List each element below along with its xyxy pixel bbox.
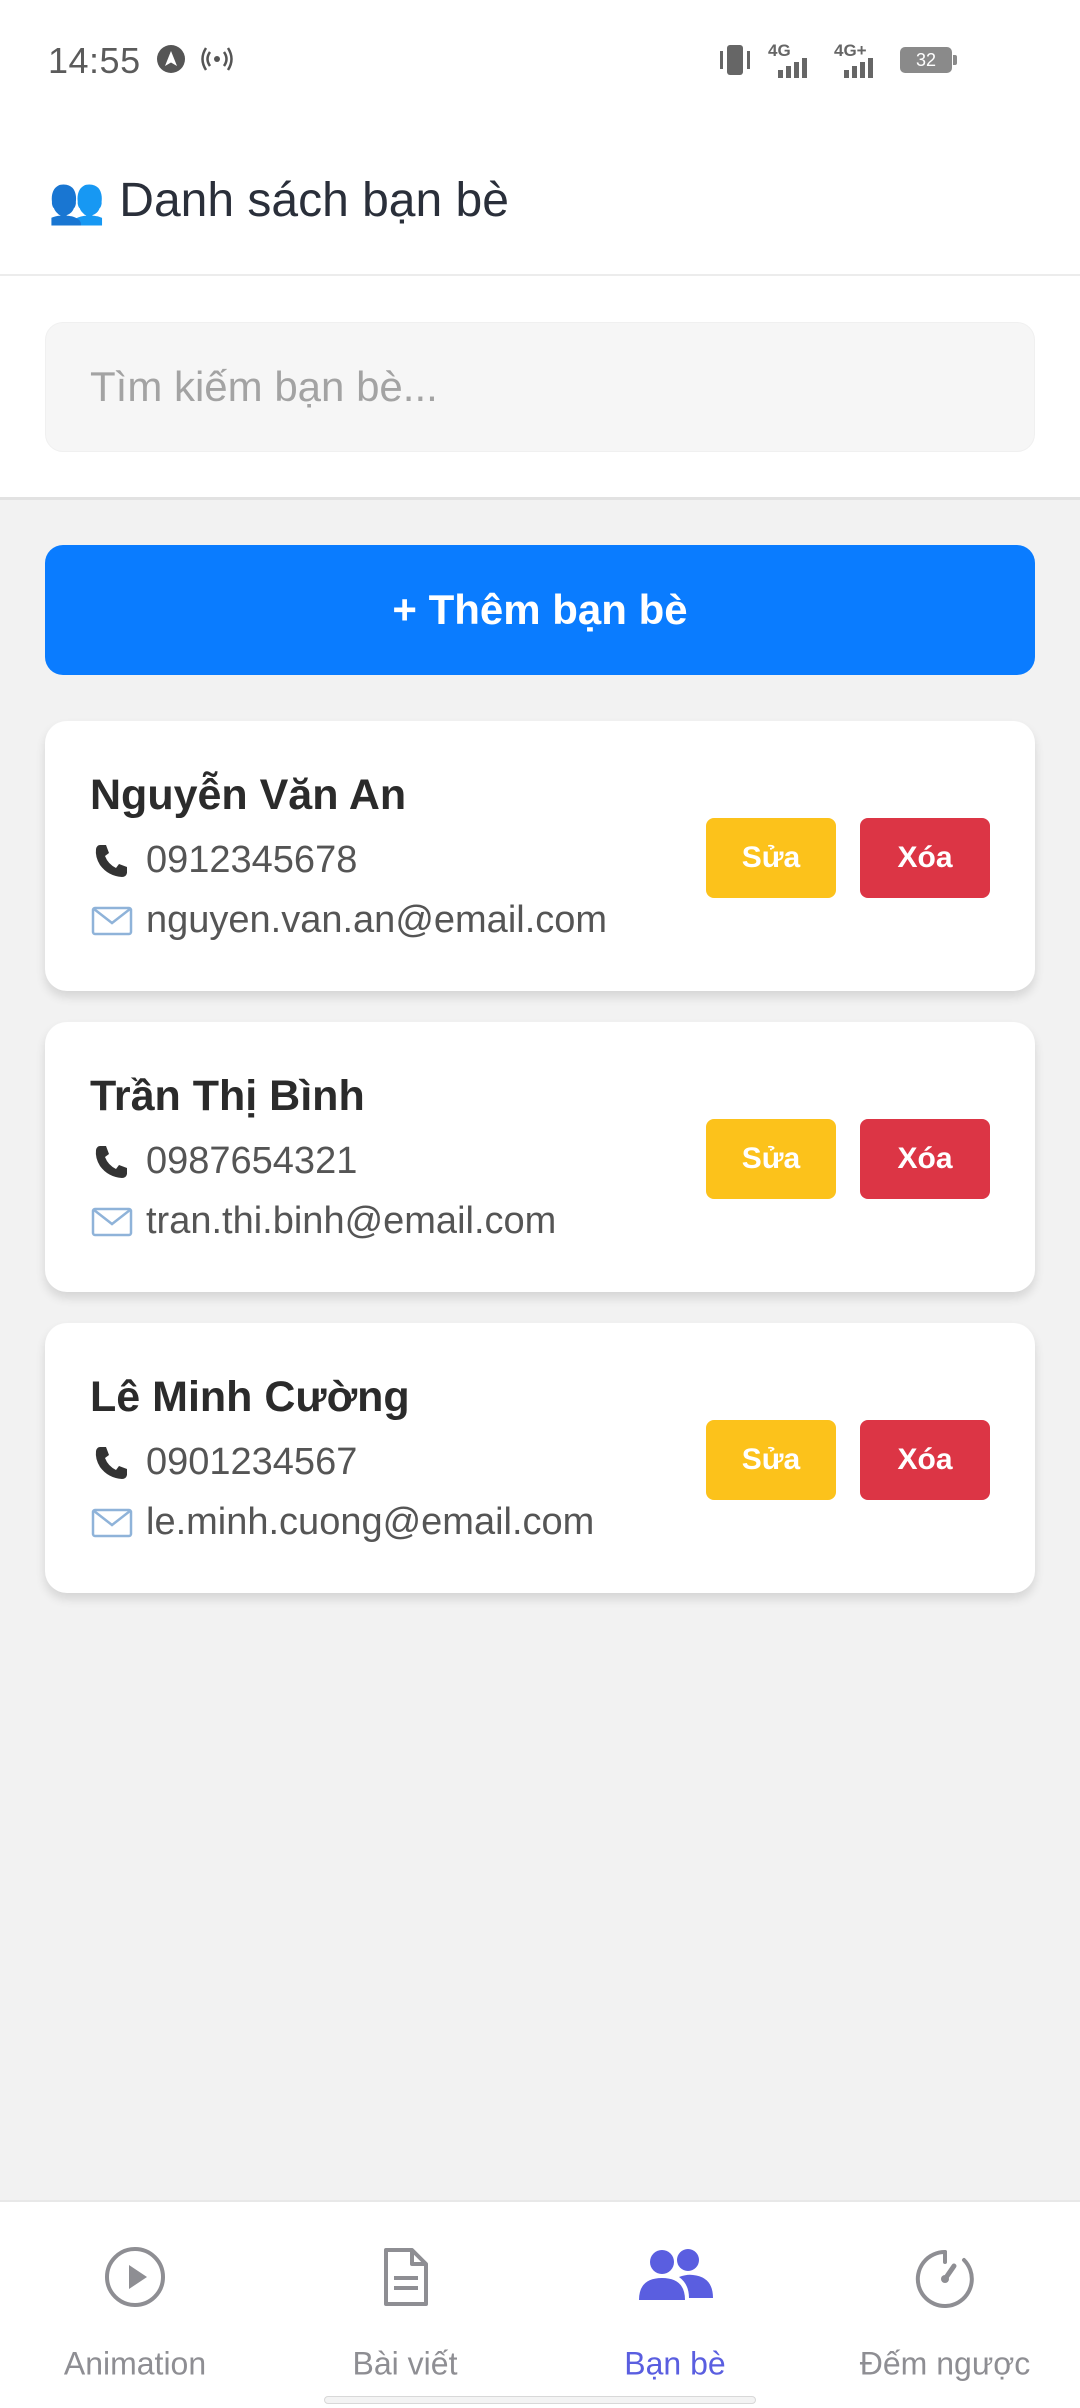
edit-button[interactable]: Sửa bbox=[706, 1119, 836, 1199]
phone-icon bbox=[90, 1142, 134, 1182]
friend-email-row: nguyen.van.an@email.com bbox=[90, 899, 607, 942]
people-emoji-icon: 👥 bbox=[48, 174, 106, 226]
email-icon bbox=[90, 1503, 134, 1543]
friend-name: Lê Minh Cường bbox=[90, 1373, 410, 1421]
friend-email-row: le.minh.cuong@email.com bbox=[90, 1501, 594, 1544]
search-area bbox=[0, 276, 1080, 500]
friend-list: Nguyễn Văn An 0912345678 nguyen.van.an@e… bbox=[45, 721, 1035, 1624]
phone-icon bbox=[90, 1443, 134, 1483]
play-circle-icon bbox=[105, 2247, 165, 2307]
nav-label: Bạn bè bbox=[624, 2345, 726, 2382]
delete-button[interactable]: Xóa bbox=[860, 1119, 990, 1199]
nav-label: Đếm ngược bbox=[859, 2345, 1031, 2382]
delete-button[interactable]: Xóa bbox=[860, 1420, 990, 1500]
friend-card: Lê Minh Cường 0901234567 le.minh.cuong@e… bbox=[45, 1323, 1035, 1593]
friend-phone: 0901234567 bbox=[146, 1441, 358, 1483]
nav-item-friends[interactable]: Bạn bè bbox=[540, 2202, 810, 2408]
friend-phone-row: 0987654321 bbox=[90, 1140, 357, 1183]
people-icon bbox=[639, 2249, 713, 2300]
friend-card: Trần Thị Bình 0987654321 tran.thi.binh@e… bbox=[45, 1022, 1035, 1292]
status-bar: 14:55 4G 4G+ 32 bbox=[0, 0, 1080, 126]
friend-name: Trần Thị Bình bbox=[90, 1072, 365, 1120]
email-icon bbox=[90, 901, 134, 941]
bottom-nav: Animation Bài viết Bạn bè Đếm ngược bbox=[0, 2200, 1080, 2408]
nav-label: Bài viết bbox=[352, 2345, 458, 2382]
friend-name: Nguyễn Văn An bbox=[90, 771, 407, 819]
vibrate-icon bbox=[720, 45, 750, 75]
page-title: Danh sách bạn bè bbox=[119, 173, 509, 227]
friend-phone: 0912345678 bbox=[146, 839, 358, 881]
add-friend-button[interactable]: + Thêm bạn bè bbox=[45, 545, 1035, 675]
status-right-icons: 4G 4G+ 32 bbox=[716, 42, 957, 78]
edit-button[interactable]: Sửa bbox=[706, 1420, 836, 1500]
nav-item-posts[interactable]: Bài viết bbox=[270, 2202, 540, 2408]
signal-4g-icon: 4G bbox=[768, 42, 820, 78]
friend-email: tran.thi.binh@email.com bbox=[146, 1200, 557, 1242]
delete-button[interactable]: Xóa bbox=[860, 818, 990, 898]
hotspot-icon bbox=[201, 47, 233, 71]
signal-4g-plus-icon: 4G+ bbox=[834, 42, 886, 78]
phone-icon bbox=[90, 841, 134, 881]
friend-email: nguyen.van.an@email.com bbox=[146, 899, 608, 941]
edit-button[interactable]: Sửa bbox=[706, 818, 836, 898]
status-time: 14:55 bbox=[48, 40, 141, 81]
timer-icon bbox=[915, 2249, 974, 2308]
battery-icon: 32 bbox=[900, 47, 957, 73]
friend-phone-row: 0901234567 bbox=[90, 1441, 357, 1484]
search-input[interactable] bbox=[45, 322, 1035, 452]
navigation-icon bbox=[157, 45, 185, 73]
nav-item-countdown[interactable]: Đếm ngược bbox=[810, 2202, 1080, 2408]
header: 👥 Danh sách bạn bè bbox=[0, 126, 1080, 276]
friend-phone-row: 0912345678 bbox=[90, 839, 357, 882]
friend-card: Nguyễn Văn An 0912345678 nguyen.van.an@e… bbox=[45, 721, 1035, 991]
email-icon bbox=[90, 1202, 134, 1242]
nav-label: Animation bbox=[63, 2345, 207, 2382]
status-left-icons bbox=[156, 44, 234, 74]
friend-phone: 0987654321 bbox=[146, 1140, 358, 1182]
document-icon bbox=[384, 2248, 428, 2306]
nav-item-animation[interactable]: Animation bbox=[0, 2202, 270, 2408]
screen: 14:55 4G 4G+ 32 👥 Danh sách bạn bè Tìm k… bbox=[0, 0, 1080, 2408]
friend-email: le.minh.cuong@email.com bbox=[146, 1501, 595, 1543]
friend-email-row: tran.thi.binh@email.com bbox=[90, 1200, 556, 1243]
home-indicator[interactable] bbox=[324, 2396, 756, 2404]
